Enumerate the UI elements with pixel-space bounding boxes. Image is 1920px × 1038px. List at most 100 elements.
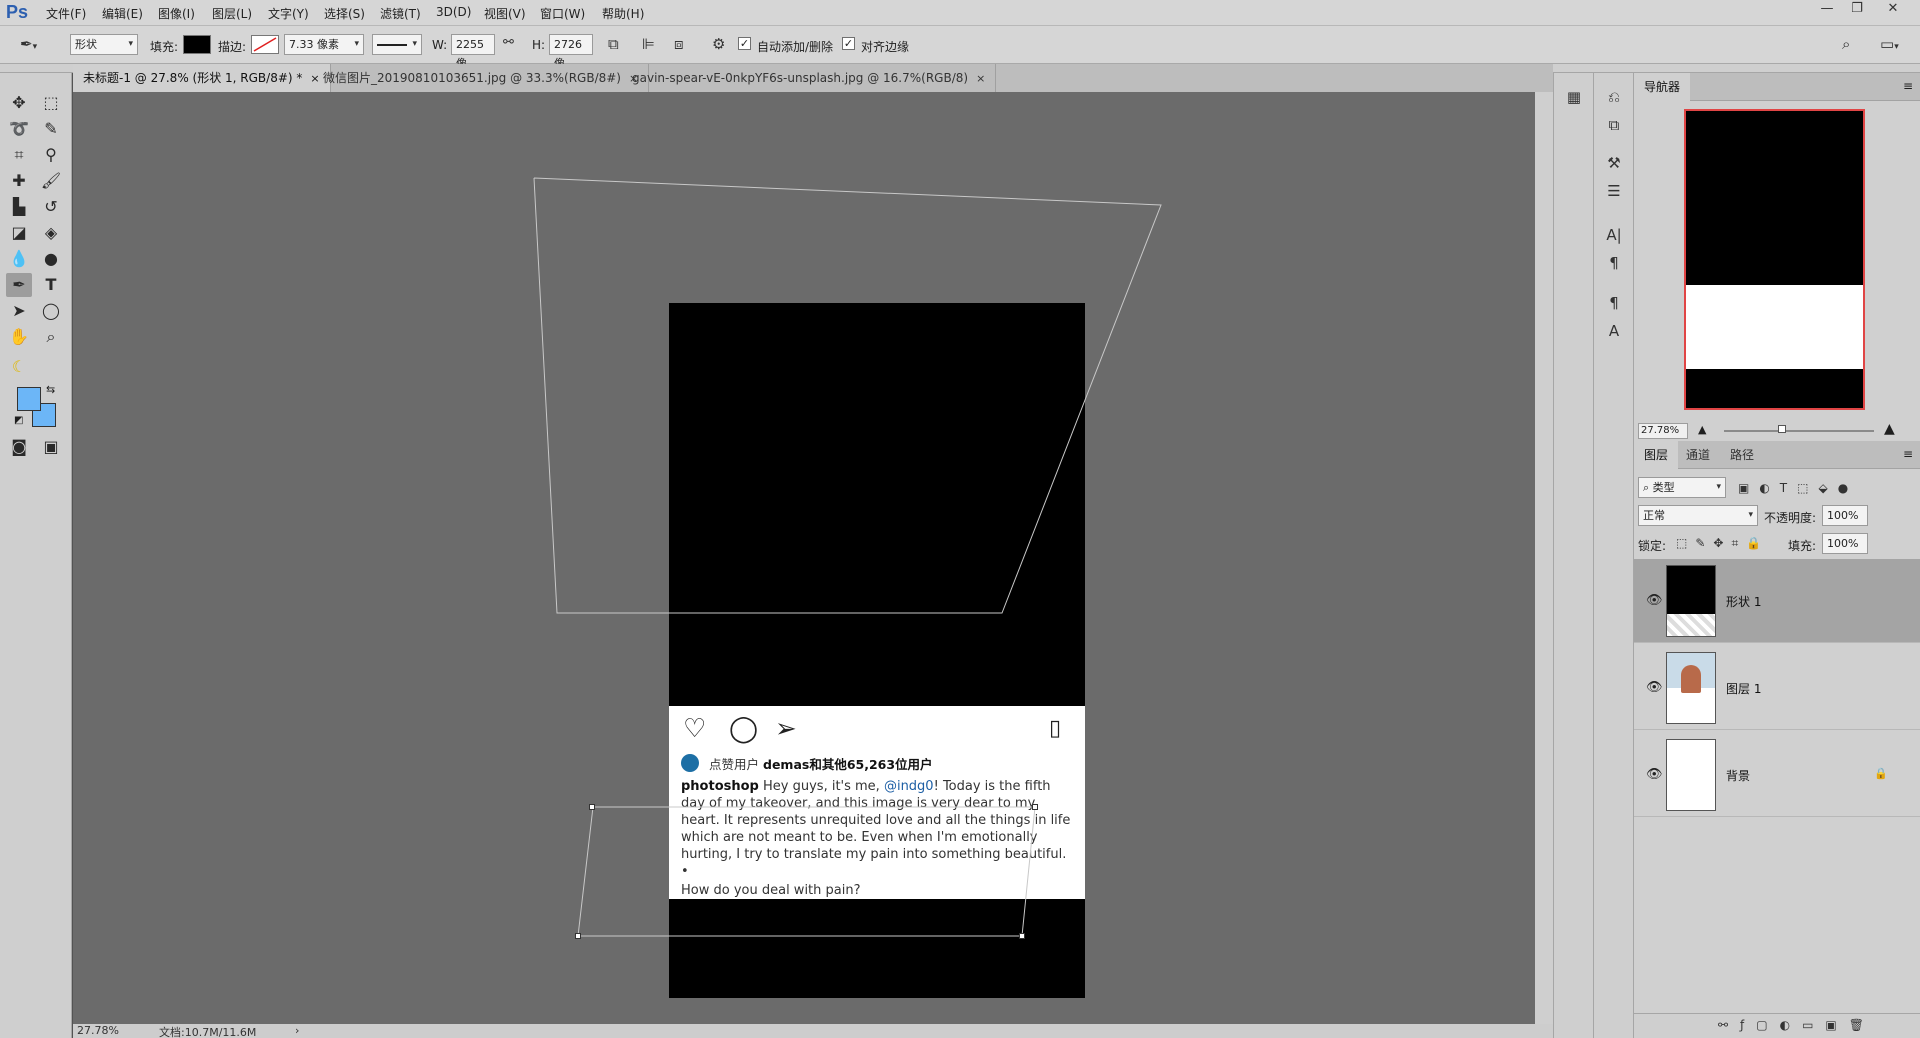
menu-type[interactable]: 文字(Y) — [268, 5, 309, 22]
healing-tool-icon[interactable]: ✚ — [6, 169, 32, 193]
tab-wechat-image[interactable]: 微信图片_20190810103651.jpg @ 33.3%(RGB/8#) × — [313, 64, 650, 92]
menu-view[interactable]: 视图(V) — [484, 5, 526, 22]
dodge-tool-icon[interactable]: ● — [38, 247, 64, 271]
menu-select[interactable]: 选择(S) — [324, 5, 365, 22]
paint-bucket-tool-icon[interactable]: ◈ — [38, 221, 64, 245]
paragraph-styles-icon[interactable]: ¶ — [1599, 291, 1629, 315]
navigator-preview[interactable] — [1684, 109, 1865, 410]
default-colors-icon[interactable]: ◩ — [14, 415, 23, 426]
fill-opacity-input[interactable]: 100% — [1822, 533, 1868, 554]
pen-tool-icon[interactable]: ✒ — [6, 273, 32, 297]
layer-name[interactable]: 背景 — [1726, 767, 1750, 784]
stroke-swatch[interactable] — [251, 35, 279, 54]
character-icon[interactable]: A| — [1599, 223, 1629, 247]
layer-name[interactable]: 图层 1 — [1726, 680, 1761, 697]
layer-row-background[interactable]: 👁 背景 🔒 — [1634, 733, 1920, 817]
foreground-color-swatch[interactable] — [17, 387, 41, 411]
lasso-tool-icon[interactable]: ➰ — [6, 117, 32, 141]
anchor-point[interactable] — [1032, 804, 1038, 810]
path-outline[interactable] — [73, 92, 1535, 1024]
width-input[interactable]: 2255 像 — [451, 34, 495, 70]
zoom-slider-thumb[interactable] — [1778, 425, 1786, 433]
link-icon[interactable]: ⚯ — [503, 35, 514, 50]
layer-filter-select[interactable]: ⌕ 类型 ▾ — [1638, 477, 1726, 498]
layer-name[interactable]: 形状 1 — [1726, 593, 1761, 610]
tab-untitled-1[interactable]: 未标题-1 @ 27.8% (形状 1, RGB/8#) * × — [73, 64, 331, 92]
marquee-tool-icon[interactable]: ⬚ — [38, 91, 64, 115]
history-icon[interactable]: ⎌ — [1599, 85, 1629, 109]
move-tool-icon[interactable]: ✥ — [6, 91, 32, 115]
layer-row-shape-1[interactable]: 👁 形状 1 — [1634, 559, 1920, 643]
vertical-scrollbar[interactable] — [1535, 92, 1553, 1024]
lock-icons[interactable]: ⬚✎✥⌗🔒 — [1676, 536, 1769, 551]
menu-file[interactable]: 文件(F) — [46, 5, 86, 22]
navigator-zoom-input[interactable]: 27.78% — [1638, 423, 1688, 439]
path-alignment-icon[interactable]: ⊫ — [642, 35, 655, 53]
screen-mode-icon[interactable]: ▣ — [38, 435, 64, 459]
brush-tool-icon[interactable]: 🖌 — [38, 169, 64, 193]
navigator-zoom-slider[interactable] — [1724, 430, 1874, 432]
properties-icon[interactable]: ▦ — [1559, 85, 1589, 109]
search-icon[interactable]: ⌕ — [1842, 35, 1850, 53]
status-menu-arrow[interactable]: › — [295, 1024, 299, 1037]
minimize-icon[interactable]: — — [1814, 1, 1840, 19]
history-brush-tool-icon[interactable]: ↺ — [38, 195, 64, 219]
pen-tool-preset-icon[interactable]: ✒▾ — [20, 35, 37, 53]
layer-actions-icons[interactable]: ⚯ƒ▢◐▭▣🗑 — [1718, 1018, 1876, 1032]
gear-icon[interactable]: ⚙ — [712, 35, 725, 53]
anchor-point[interactable] — [1019, 933, 1025, 939]
opacity-input[interactable]: 100% — [1822, 505, 1868, 526]
path-arrangement-icon[interactable]: ⧈ — [674, 35, 684, 53]
auto-add-delete-checkbox[interactable]: ✓ — [738, 37, 751, 50]
panel-menu-icon[interactable]: ≡ — [1903, 447, 1913, 461]
blend-mode-select[interactable]: 正常 ▾ — [1638, 505, 1758, 526]
tab-navigator[interactable]: 导航器 — [1634, 73, 1691, 101]
menu-edit[interactable]: 编辑(E) — [102, 5, 143, 22]
menu-filter[interactable]: 滤镜(T) — [380, 5, 421, 22]
stroke-type-select[interactable]: ▾ — [372, 34, 422, 55]
character-styles-icon[interactable]: A — [1599, 319, 1629, 343]
zoom-in-icon[interactable]: ▲ — [1884, 421, 1895, 437]
workspace-icon[interactable]: ▭▾ — [1880, 35, 1899, 53]
menu-help[interactable]: 帮助(H) — [602, 5, 644, 22]
zoom-tool-icon[interactable]: ⌕ — [38, 325, 64, 349]
menu-3d[interactable]: 3D(D) — [436, 5, 471, 19]
layer-filter-icons[interactable]: ▣◐T⬚⬙● — [1738, 481, 1858, 495]
eyedropper-tool-icon[interactable]: ⚲ — [38, 143, 64, 167]
layer-row-layer-1[interactable]: 👁 图层 1 — [1634, 646, 1920, 730]
brush-panel-icon[interactable]: ⚒ — [1599, 151, 1629, 175]
stamp-tool-icon[interactable]: ▙ — [6, 195, 32, 219]
tab-layers[interactable]: 图层 — [1634, 441, 1679, 469]
zoom-out-icon[interactable]: ▲ — [1698, 423, 1706, 436]
blur-tool-icon[interactable]: 💧 — [6, 247, 32, 271]
restore-icon[interactable]: ❐ — [1844, 1, 1870, 19]
stroke-width-input[interactable]: 7.33 像素 ▾ — [284, 34, 364, 55]
swap-colors-icon[interactable]: ⇆ — [46, 383, 55, 396]
path-operations-icon[interactable]: ⧉ — [608, 35, 619, 53]
height-input[interactable]: 2726 像 — [549, 34, 593, 70]
actions-icon[interactable]: ⧉ — [1599, 113, 1629, 137]
crop-tool-icon[interactable]: ⌗ — [6, 143, 32, 167]
anchor-point[interactable] — [575, 933, 581, 939]
align-edges-checkbox[interactable]: ✓ — [842, 37, 855, 50]
canvas-area[interactable]: ♡ ◯ ➢ ▯ 点赞用户 demas和其他65,263位用户 photoshop… — [73, 92, 1535, 1024]
quick-select-tool-icon[interactable]: ✎ — [38, 117, 64, 141]
ellipse-tool-icon[interactable]: ◯ — [38, 299, 64, 323]
tool-mode-select[interactable]: 形状 ▾ — [70, 34, 138, 55]
menu-window[interactable]: 窗口(W) — [540, 5, 585, 22]
fill-swatch[interactable] — [183, 35, 211, 54]
eye-icon[interactable]: 👁 — [1646, 593, 1663, 608]
quick-mask-icon[interactable]: ◙ — [6, 435, 32, 459]
eye-icon[interactable]: 👁 — [1646, 767, 1663, 782]
close-tab-icon[interactable]: × — [976, 72, 985, 85]
tab-channels[interactable]: 通道 — [1676, 441, 1720, 469]
eraser-tool-icon[interactable]: ◪ — [6, 221, 32, 245]
anchor-point[interactable] — [589, 804, 595, 810]
panel-menu-icon[interactable]: ≡ — [1903, 79, 1913, 93]
tab-paths[interactable]: 路径 — [1720, 441, 1764, 469]
tab-gavin-spear[interactable]: gavin-spear-vE-0nkpYF6s-unsplash.jpg @ 1… — [622, 64, 997, 92]
paragraph-icon[interactable]: ¶ — [1599, 251, 1629, 275]
menu-layer[interactable]: 图层(L) — [212, 5, 252, 22]
path-selection-tool-icon[interactable]: ➤ — [6, 299, 32, 323]
zoom-level[interactable]: 27.78% — [77, 1024, 119, 1037]
